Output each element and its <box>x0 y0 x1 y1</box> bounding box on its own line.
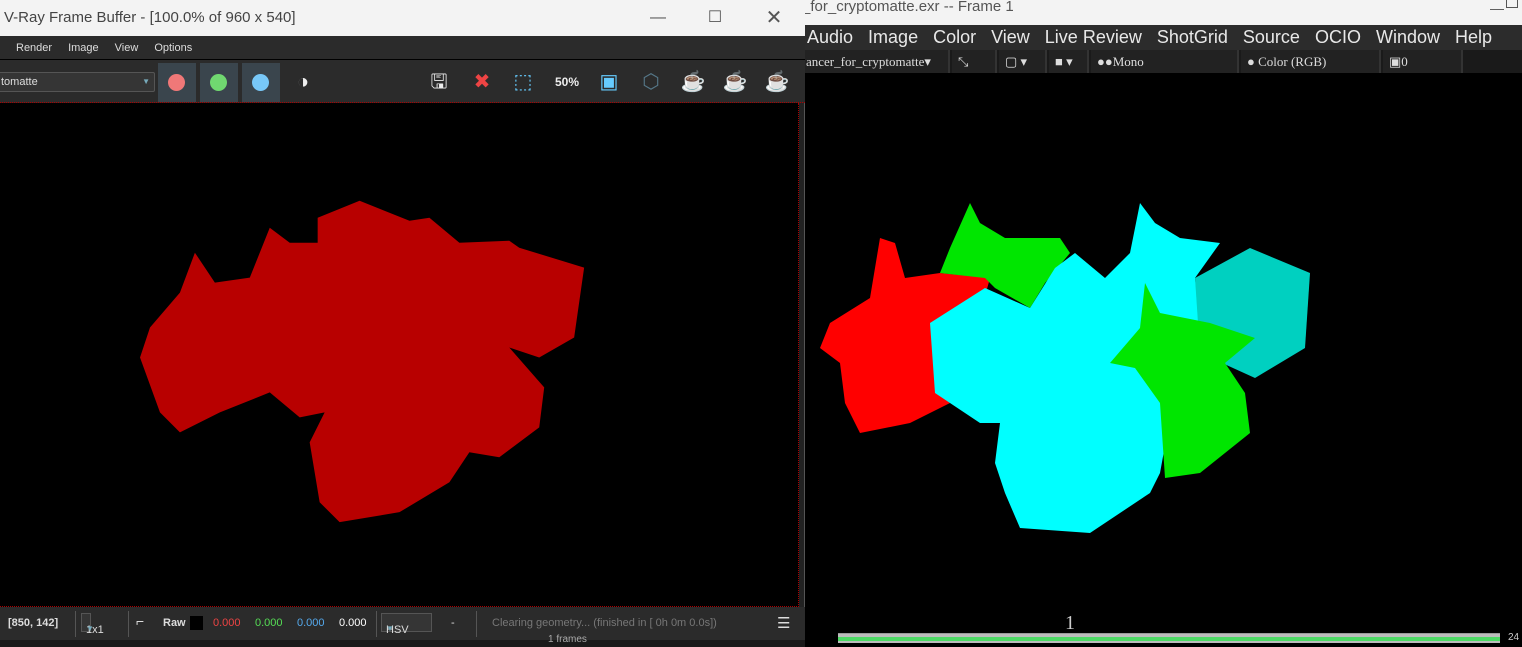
color-swatch <box>190 616 203 630</box>
alpha-channel-icon[interactable]: ◑ <box>288 68 318 96</box>
menu-ocio[interactable]: OCIO <box>1308 25 1369 50</box>
end-frame: 24 <box>1508 632 1520 643</box>
monitor-icon: ▣ <box>1389 54 1402 69</box>
channel-label: ●●Mono <box>1097 54 1144 69</box>
vfb-title-bar: V-Ray Frame Buffer - [100.0% of 960 x 54… <box>0 0 805 36</box>
chevron-down-icon: ▼ <box>86 624 94 633</box>
divider <box>476 611 477 637</box>
menu-image[interactable]: Image <box>68 36 99 59</box>
green-channel-button[interactable] <box>200 63 238 102</box>
rv-menu-bar: Audio Image Color View Live Review ShotG… <box>800 25 1522 50</box>
rv-title: _for_cryptomatte.exr -- Frame 1 <box>802 0 1014 15</box>
rv-window: _for_cryptomatte.exr -- Frame 1 — Audio … <box>800 0 1522 647</box>
menu-render[interactable]: Render <box>16 36 52 59</box>
source-dropdown[interactable]: ancer_for_cryptomatte▾ <box>800 50 950 73</box>
curve-icon[interactable]: ⌐ <box>136 613 144 629</box>
stop-render-icon[interactable]: ☕ <box>720 68 750 96</box>
vfb-title: V-Ray Frame Buffer - [100.0% of 960 x 54… <box>4 9 296 26</box>
channel-dropdown[interactable]: ●●Mono <box>1091 50 1239 73</box>
rv-viewport[interactable] <box>800 73 1522 633</box>
menu-color[interactable]: Color <box>926 25 984 50</box>
status-message: Clearing geometry... (finished in [ 0h 0… <box>492 617 717 629</box>
red-value: 0.000 <box>213 617 241 629</box>
menu-audio[interactable]: Audio <box>800 25 861 50</box>
green-value: 0.000 <box>255 617 283 629</box>
red-circle-icon <box>168 74 185 91</box>
interactive-render-icon[interactable]: ☕ <box>762 68 792 96</box>
region-render-icon[interactable]: ▣ <box>594 68 624 96</box>
rv-toolbar: ancer_for_cryptomatte▾ ⤡ ▢ ▾ ■ ▾ ●●Mono … <box>800 50 1522 73</box>
menu-source[interactable]: Source <box>1236 25 1308 50</box>
chevron-down-icon: ▼ <box>142 77 150 86</box>
blue-value: 0.000 <box>297 617 325 629</box>
fit-icon[interactable]: ⤡ <box>952 50 997 73</box>
pixel-coords: [850, 142] <box>8 617 59 629</box>
rv-minimize-button[interactable]: — <box>1490 0 1504 16</box>
rv-title-bar: _for_cryptomatte.exr -- Frame 1 <box>800 0 1522 25</box>
channel-select-value: tomatte <box>1 76 38 88</box>
menu-options[interactable]: Options <box>154 36 192 59</box>
alpha-value: 0.000 <box>339 617 367 629</box>
monitor-label: 0 <box>1401 54 1408 69</box>
monitor-button[interactable]: ▣0 <box>1383 50 1463 73</box>
menu-shotgrid[interactable]: ShotGrid <box>1150 25 1236 50</box>
vfb-menu-bar: Render Image View Options <box>0 36 805 60</box>
colorspace-dropdown[interactable]: HSV ▼ <box>381 613 432 636</box>
color-dropdown[interactable]: ● Color (RGB) <box>1241 50 1381 73</box>
chevron-down-icon: ▼ <box>386 624 394 633</box>
menu-live-review[interactable]: Live Review <box>1038 25 1150 50</box>
dash: - <box>451 617 455 629</box>
divider <box>75 611 76 637</box>
rv-bottom-strip <box>0 640 805 647</box>
vfb-status-bar: [850, 142] 1x1 ▼ ⌐ Raw 0.000 0.000 0.000… <box>0 607 805 640</box>
menu-window[interactable]: Window <box>1369 25 1448 50</box>
menu-view[interactable]: View <box>984 25 1038 50</box>
red-channel-button[interactable] <box>158 63 196 102</box>
maximize-button[interactable]: ☐ <box>695 0 735 36</box>
vfb-toolbar: tomatte ▼ ◑ 🖫 ✖ ⬚ 50% ▣ ⬡ ☕ ☕ ☕ <box>0 60 805 103</box>
log-icon[interactable]: ☰ <box>777 614 790 632</box>
vfb-viewport[interactable] <box>0 103 799 607</box>
track-mouse-icon[interactable]: ⬡ <box>636 68 666 96</box>
green-circle-icon <box>210 74 227 91</box>
render-teapot-icon[interactable]: ☕ <box>678 68 708 96</box>
sampling-dropdown[interactable]: 1x1 ▼ <box>81 613 104 636</box>
channel-select[interactable]: tomatte ▼ <box>0 72 155 92</box>
timeline-progress <box>838 637 1500 641</box>
blue-circle-icon <box>252 74 269 91</box>
menu-image[interactable]: Image <box>861 25 926 50</box>
timeline-slider[interactable] <box>838 633 1500 643</box>
vfb-window: V-Ray Frame Buffer - [100.0% of 960 x 54… <box>0 0 805 640</box>
save-icon[interactable]: 🖫 <box>424 68 454 96</box>
divider <box>128 611 129 637</box>
zoom-50-button[interactable]: 50% <box>552 68 582 96</box>
minimize-button[interactable]: — <box>638 0 678 36</box>
blue-channel-button[interactable] <box>242 63 280 102</box>
color-icon: ● <box>1247 54 1255 69</box>
color-label: Color (RGB) <box>1258 54 1327 69</box>
menu-view[interactable]: View <box>115 36 139 59</box>
clear-image-icon[interactable]: ✖ <box>467 68 497 96</box>
region-select-icon[interactable]: ⬚ <box>508 68 538 96</box>
close-button[interactable]: ✕ <box>754 0 794 36</box>
current-frame: 1 <box>1065 612 1075 634</box>
menu-help[interactable]: Help <box>1448 25 1500 50</box>
frame-icon[interactable]: ▢ ▾ <box>999 50 1047 73</box>
red-mask <box>140 200 585 523</box>
raw-toggle[interactable]: Raw <box>163 617 186 629</box>
rv-maximize-button[interactable] <box>1506 0 1518 8</box>
background-icon[interactable]: ■ ▾ <box>1049 50 1089 73</box>
divider <box>376 611 377 637</box>
frames-label: 1 frames <box>548 634 587 645</box>
